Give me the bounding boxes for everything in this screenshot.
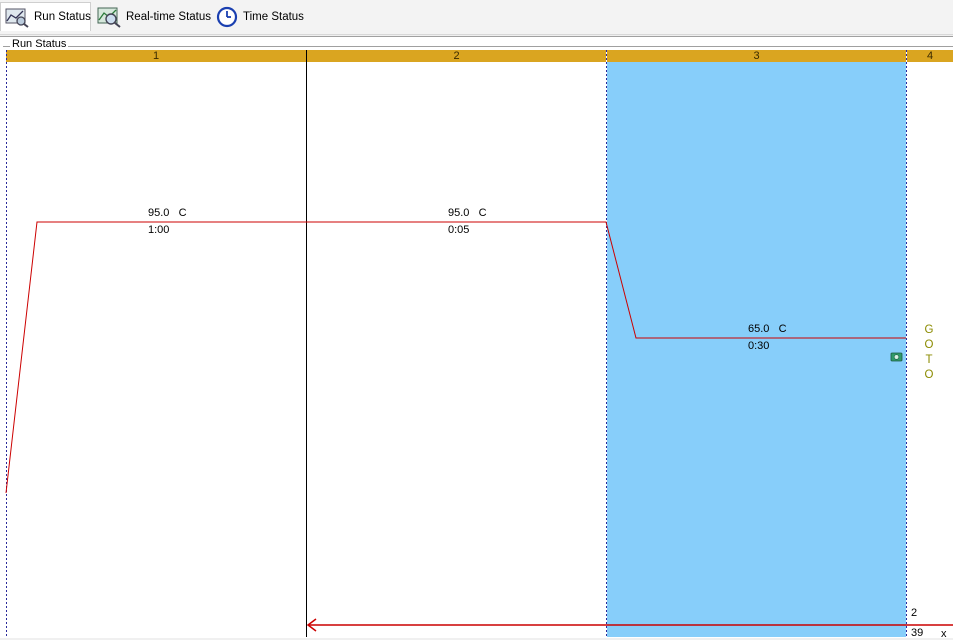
step-2-temp: 95.0 C <box>448 207 487 219</box>
goto-target-step: 2 <box>911 607 918 619</box>
step-1-time: 1:00 <box>148 224 170 236</box>
goto-times-symbol: x <box>941 628 947 640</box>
step-2-time: 0:05 <box>448 224 470 236</box>
goto-label: G O T O <box>924 323 934 383</box>
step-3-temp: 65.0 C <box>748 323 787 335</box>
goto-letter: O <box>924 369 934 381</box>
step-3-time: 0:30 <box>748 340 770 352</box>
goto-letter: G <box>924 324 934 336</box>
step-1-temp: 95.0 C <box>148 207 187 219</box>
run-graph <box>5 50 953 637</box>
goto-letter: O <box>924 339 934 351</box>
goto-letter: T <box>925 354 933 366</box>
camera-icon[interactable] <box>890 352 903 362</box>
goto-cycles: 39 <box>911 627 924 639</box>
